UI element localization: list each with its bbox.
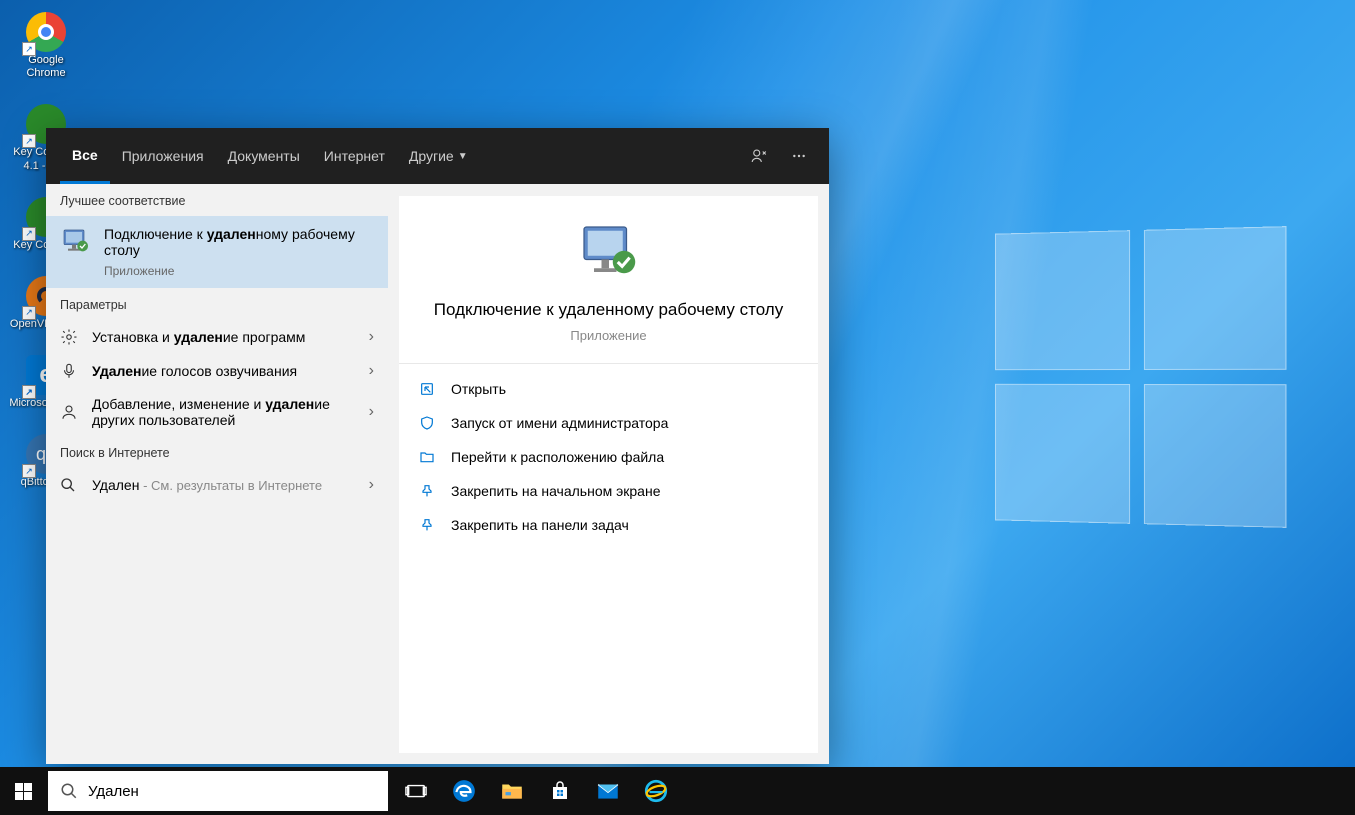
taskbar-searchbox[interactable] [48,771,388,811]
remote-desktop-icon [579,222,639,282]
shortcut-arrow-icon: ↗ [22,134,36,148]
action-run-admin[interactable]: Запуск от имени администратора [399,406,818,440]
web-search-label: Удален - См. результаты в Интернете [92,477,357,493]
search-header: Все Приложения Документы Интернет Другие… [46,128,829,184]
start-button[interactable] [0,767,46,815]
setting-label: Добавление, изменение и удаление других … [92,396,357,428]
setting-label: Установка и удаление программ [92,329,357,345]
action-pin-start[interactable]: Закрепить на начальном экране [399,474,818,508]
gear-icon [60,328,80,346]
more-options-icon[interactable] [783,140,815,172]
web-search-item[interactable]: Удален - См. результаты в Интернете › [46,468,388,502]
setting-item-programs[interactable]: Установка и удаление программ › [46,320,388,354]
action-label: Закрепить на панели задач [451,517,629,533]
windows-logo-icon [15,783,32,800]
search-icon [60,477,80,493]
shortcut-arrow-icon: ↗ [22,306,36,320]
search-panel: Все Приложения Документы Интернет Другие… [46,128,829,764]
open-icon [419,381,437,397]
shortcut-arrow-icon: ↗ [22,42,36,56]
search-tabs: Все Приложения Документы Интернет Другие… [60,128,735,184]
search-icon [60,782,78,800]
chevron-right-icon: › [369,476,374,494]
action-open[interactable]: Открыть [399,372,818,406]
action-label: Запуск от имени администратора [451,415,668,431]
wallpaper-windows-logo [995,226,1286,528]
best-match-title: Подключение к удаленному рабочему столу [104,226,374,258]
best-match-subtitle: Приложение [104,264,374,278]
pin-icon [419,517,437,533]
feedback-icon[interactable] [743,140,775,172]
folder-icon [419,449,437,465]
desktop-icon-chrome[interactable]: ↗ Google Chrome [8,12,84,80]
chevron-down-icon: ▼ [458,151,468,162]
task-view-button[interactable] [392,767,440,815]
action-pin-taskbar[interactable]: Закрепить на панели задач [399,508,818,542]
shortcut-arrow-icon: ↗ [22,385,36,399]
chevron-right-icon: › [369,328,374,346]
shortcut-arrow-icon: ↗ [22,227,36,241]
taskbar-mail-icon[interactable] [584,767,632,815]
result-list: Лучшее соответствие Подключение к удален… [46,184,388,764]
action-label: Перейти к расположению файла [451,449,664,465]
taskbar-store-icon[interactable] [536,767,584,815]
tab-apps[interactable]: Приложения [110,128,216,184]
best-match-item[interactable]: Подключение к удаленному рабочему столу … [46,216,388,288]
preview-pane: Подключение к удаленному рабочему столу … [388,184,829,764]
taskbar [0,767,1355,815]
pin-icon [419,483,437,499]
preview-subtitle: Приложение [419,328,798,343]
tab-documents[interactable]: Документы [216,128,312,184]
preview-title: Подключение к удаленному рабочему столу [419,298,798,322]
desktop-icon-label: Google Chrome [8,54,84,80]
chevron-right-icon: › [369,403,374,421]
setting-item-voices[interactable]: Удаление голосов озвучивания › [46,354,388,388]
setting-item-users[interactable]: Добавление, изменение и удаление других … [46,388,388,436]
tab-internet[interactable]: Интернет [312,128,397,184]
tab-more[interactable]: Другие▼ [397,128,480,184]
taskbar-edge-icon[interactable] [440,767,488,815]
section-web: Поиск в Интернете [46,436,388,468]
remote-desktop-icon [60,226,92,258]
action-label: Закрепить на начальном экране [451,483,661,499]
shortcut-arrow-icon: ↗ [22,464,36,478]
section-settings: Параметры [46,288,388,320]
user-icon [60,403,80,421]
chevron-right-icon: › [369,362,374,380]
taskbar-ie-icon[interactable] [632,767,680,815]
section-best-match: Лучшее соответствие [46,184,388,216]
taskbar-explorer-icon[interactable] [488,767,536,815]
microphone-icon [60,362,80,380]
tab-all[interactable]: Все [60,128,110,184]
shield-icon [419,415,437,431]
action-file-location[interactable]: Перейти к расположению файла [399,440,818,474]
search-input[interactable] [88,783,376,800]
action-label: Открыть [451,381,506,397]
setting-label: Удаление голосов озвучивания [92,363,357,379]
